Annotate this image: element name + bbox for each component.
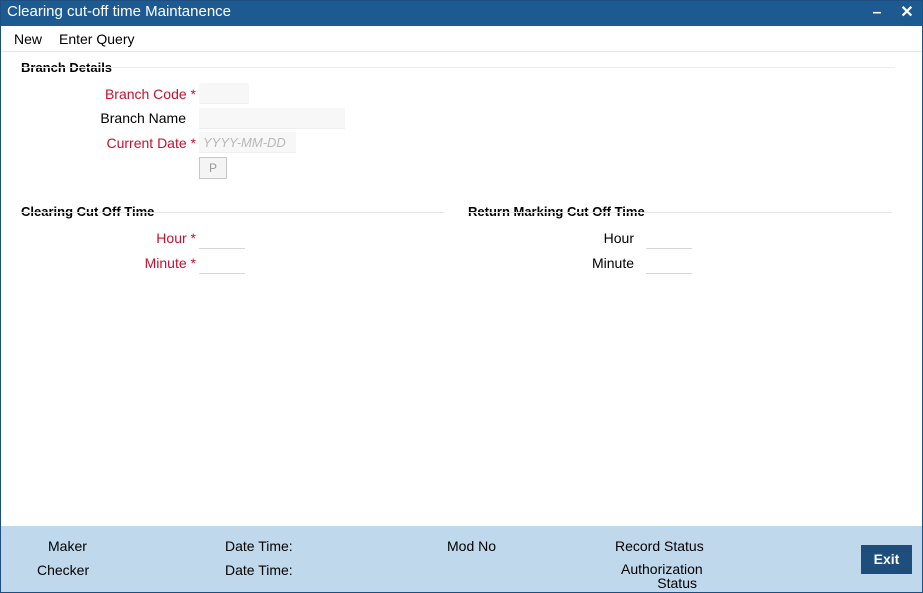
branch-code-field[interactable] bbox=[199, 83, 249, 104]
clearing-hour-label: Hour * bbox=[156, 230, 196, 246]
exit-button[interactable]: Exit bbox=[861, 545, 912, 574]
return-minute-field[interactable] bbox=[646, 253, 692, 274]
main-window: Clearing cut-off time Maintanence – ✕ Ne… bbox=[0, 0, 923, 593]
branch-code-label: Branch Code * bbox=[104, 86, 196, 102]
return-marking-divider bbox=[468, 212, 892, 213]
authorization-status-label: Authorization Status bbox=[621, 561, 703, 591]
menu-bar: New Enter Query bbox=[1, 26, 922, 52]
audit-footer: Maker Checker Date Time: Date Time: Mod … bbox=[1, 526, 922, 592]
return-hour-field[interactable] bbox=[646, 228, 692, 249]
clearing-minute-field[interactable] bbox=[199, 253, 245, 274]
window-title: Clearing cut-off time Maintanence bbox=[7, 3, 232, 20]
clearing-minute-label: Minute * bbox=[144, 255, 196, 271]
p-button[interactable]: P bbox=[199, 157, 227, 179]
new-button[interactable]: New bbox=[14, 31, 42, 47]
enter-query-button[interactable]: Enter Query bbox=[59, 31, 134, 47]
title-bar: Clearing cut-off time Maintanence – ✕ bbox=[1, 1, 922, 26]
mod-no-label: Mod No bbox=[447, 538, 497, 554]
branch-name-field[interactable] bbox=[199, 108, 345, 129]
current-date-label: Current Date * bbox=[106, 135, 197, 151]
maker-label: Maker bbox=[48, 538, 87, 554]
maker-date-time-label: Date Time: bbox=[225, 538, 293, 554]
branch-details-divider bbox=[21, 67, 895, 68]
minimize-icon[interactable]: – bbox=[867, 3, 887, 23]
record-status-label: Record Status bbox=[615, 538, 704, 554]
branch-name-label: Branch Name bbox=[100, 110, 186, 126]
close-icon[interactable]: ✕ bbox=[897, 3, 917, 23]
current-date-field[interactable] bbox=[199, 132, 296, 153]
checker-label: Checker bbox=[37, 562, 90, 578]
return-hour-label: Hour bbox=[603, 230, 634, 246]
return-minute-label: Minute bbox=[591, 255, 634, 271]
clearing-hour-field[interactable] bbox=[199, 228, 245, 249]
checker-date-time-label: Date Time: bbox=[225, 562, 293, 578]
clearing-cut-off-divider bbox=[21, 212, 445, 213]
